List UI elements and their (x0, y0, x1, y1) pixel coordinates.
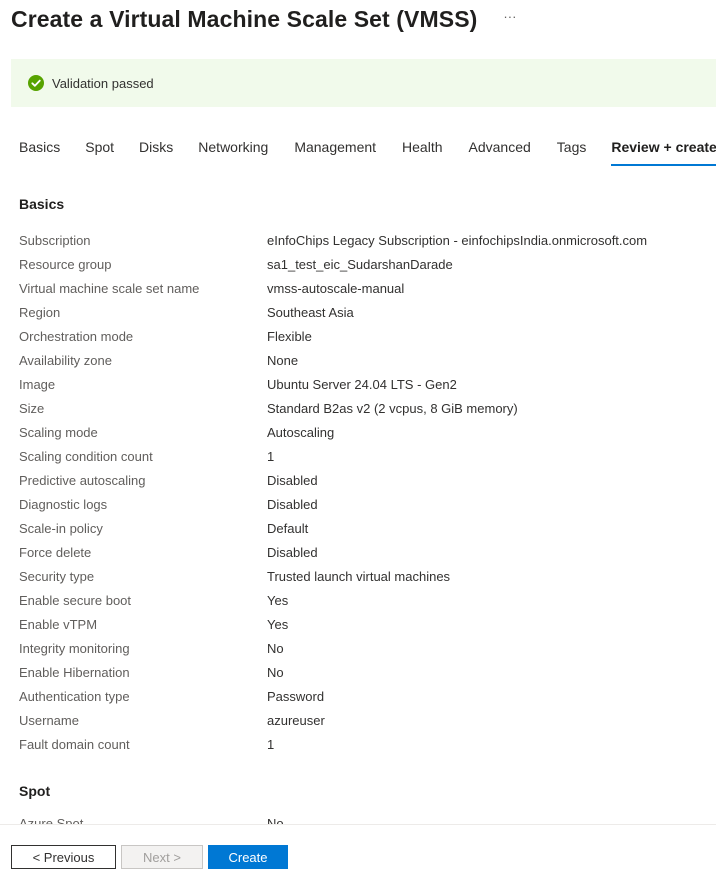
summary-value: vmss-autoscale-manual (267, 280, 405, 296)
summary-row: Enable secure boot Yes (19, 588, 709, 612)
summary-row: Security type Trusted launch virtual mach… (19, 564, 709, 588)
summary-value: No (267, 640, 284, 656)
summary-label: Image (19, 376, 56, 392)
summary-value: Standard B2as v2 (2 vcpus, 8 GiB memory) (267, 400, 518, 416)
summary-label: Scale-in policy (19, 520, 103, 536)
section-title-spot: Spot (19, 783, 51, 799)
summary-label: Scaling condition count (19, 448, 153, 464)
tab-spot[interactable]: Spot (85, 136, 114, 166)
summary-label: Subscription (19, 232, 91, 248)
page-title: Create a Virtual Machine Scale Set (VMSS… (11, 5, 478, 32)
summary-label: Authentication type (19, 688, 130, 704)
summary-label: Region (19, 304, 61, 320)
create-button[interactable]: Create (208, 845, 288, 869)
summary-row: Scaling condition count 1 (19, 444, 709, 468)
summary-row: Scale-in policy Default (19, 516, 709, 540)
summary-row: Enable vTPM Yes (19, 612, 709, 636)
tab-advanced[interactable]: Advanced (469, 136, 531, 166)
summary-row: Region Southeast Asia (19, 300, 709, 324)
summary-value: sa1_test_eic_SudarshanDarade (267, 256, 453, 272)
summary-label: Scaling mode (19, 424, 98, 440)
summary-value: Yes (267, 592, 289, 608)
validation-banner: Validation passed (11, 59, 716, 107)
tab-management[interactable]: Management (294, 136, 376, 166)
summary-row: Size Standard B2as v2 (2 vcpus, 8 GiB mem… (19, 396, 709, 420)
summary-value: Disabled (267, 496, 318, 512)
summary-value: 1 (267, 448, 275, 464)
title-row: Create a Virtual Machine Scale Set (VMSS… (11, 4, 516, 34)
more-options-icon[interactable]: ··· (503, 10, 516, 23)
summary-value: Southeast Asia (267, 304, 354, 320)
summary-label: Fault domain count (19, 736, 130, 752)
tab-review-create[interactable]: Review + create (611, 136, 716, 166)
summary-label: Virtual machine scale set name (19, 280, 200, 296)
vmss-review-page: Create a Virtual Machine Scale Set (VMSS… (0, 0, 716, 873)
summary-row: Scaling mode Autoscaling (19, 420, 709, 444)
summary-label: Enable secure boot (19, 592, 132, 608)
summary-value: Autoscaling (267, 424, 335, 440)
wizard-footer: < Previous Next > Create (0, 824, 716, 873)
summary-row: Integrity monitoring No (19, 636, 709, 660)
summary-row: Fault domain count 1 (19, 732, 709, 756)
wizard-tabs: Basics Spot Disks Networking Management … (19, 136, 716, 166)
summary-row: Username azureuser (19, 708, 709, 732)
summary-row: Diagnostic logs Disabled (19, 492, 709, 516)
basics-summary: Subscription eInfoChips Legacy Subscripti… (19, 228, 709, 756)
previous-button[interactable]: < Previous (11, 845, 116, 869)
next-button[interactable]: Next > (121, 845, 203, 869)
summary-value: Ubuntu Server 24.04 LTS - Gen2 (267, 376, 457, 392)
summary-value: 1 (267, 736, 275, 752)
summary-label: Diagnostic logs (19, 496, 108, 512)
summary-label: Enable vTPM (19, 616, 98, 632)
summary-value: No (267, 664, 284, 680)
summary-row: Resource group sa1_test_eic_SudarshanDara… (19, 252, 709, 276)
summary-value: Yes (267, 616, 289, 632)
summary-value: Disabled (267, 472, 318, 488)
summary-row: Subscription eInfoChips Legacy Subscripti… (19, 228, 709, 252)
summary-value: Password (267, 688, 325, 704)
tab-disks[interactable]: Disks (139, 136, 173, 166)
summary-row: Virtual machine scale set name vmss-autos… (19, 276, 709, 300)
summary-value: None (267, 352, 299, 368)
summary-row: Authentication type Password (19, 684, 709, 708)
summary-row: Orchestration mode Flexible (19, 324, 709, 348)
summary-row: Availability zone None (19, 348, 709, 372)
summary-label: Predictive autoscaling (19, 472, 146, 488)
summary-value: Flexible (267, 328, 312, 344)
summary-row: Force delete Disabled (19, 540, 709, 564)
summary-value: Default (267, 520, 309, 536)
summary-label: Force delete (19, 544, 92, 560)
summary-label: Username (19, 712, 79, 728)
summary-value: eInfoChips Legacy Subscription - einfoch… (267, 232, 648, 248)
check-circle-icon (28, 75, 44, 91)
tab-tags[interactable]: Tags (557, 136, 587, 166)
tab-networking[interactable]: Networking (198, 136, 268, 166)
summary-label: Enable Hibernation (19, 664, 130, 680)
section-title-basics: Basics (19, 196, 65, 212)
summary-label: Integrity monitoring (19, 640, 130, 656)
summary-label: Size (19, 400, 45, 416)
summary-label: Security type (19, 568, 95, 584)
summary-label: Availability zone (19, 352, 112, 368)
summary-row: Image Ubuntu Server 24.04 LTS - Gen2 (19, 372, 709, 396)
summary-row: Enable Hibernation No (19, 660, 709, 684)
summary-label: Orchestration mode (19, 328, 134, 344)
tab-basics[interactable]: Basics (19, 136, 60, 166)
summary-label: Resource group (19, 256, 112, 272)
summary-value: Disabled (267, 544, 318, 560)
validation-message: Validation passed (52, 75, 154, 91)
summary-value: Trusted launch virtual machines (267, 568, 451, 584)
summary-value: azureuser (267, 712, 325, 728)
tab-health[interactable]: Health (402, 136, 442, 166)
summary-row: Predictive autoscaling Disabled (19, 468, 709, 492)
